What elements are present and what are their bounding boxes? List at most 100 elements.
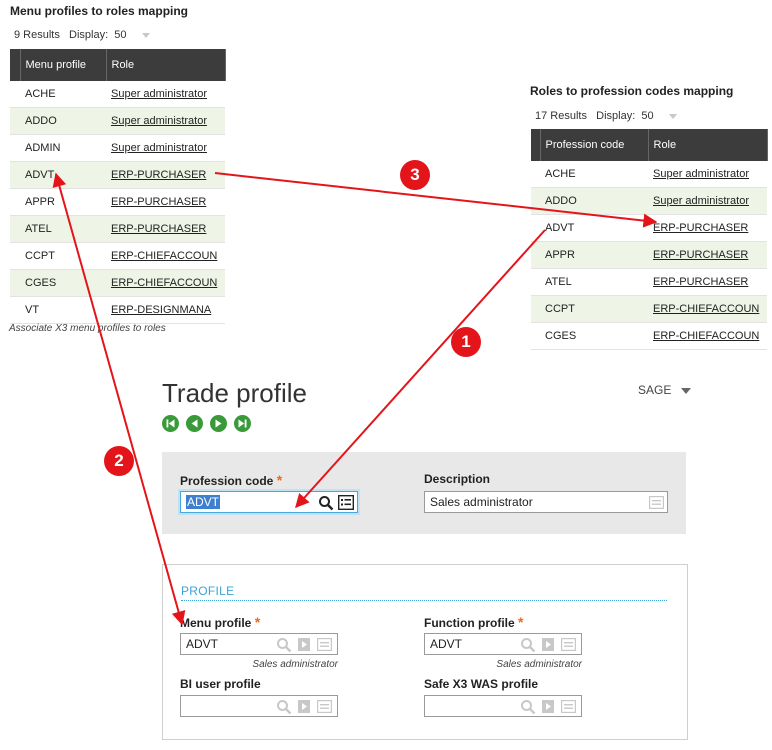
table-row[interactable]: ADDO Super administrator [531,187,767,215]
row-selector[interactable] [10,215,20,243]
list-icon[interactable] [338,495,354,510]
record-navigation [162,415,258,437]
code-cell: APPR [540,241,648,269]
display-value[interactable]: 50 [641,110,653,122]
role-link[interactable]: ERP-CHIEFACCOUN [648,295,767,323]
roles-profession-title: Roles to profession codes mapping [530,84,734,98]
code-cell: ADDO [540,187,648,215]
display-value[interactable]: 50 [114,29,126,41]
table-row[interactable]: ATEL ERP-PURCHASER [10,215,225,243]
description-label: Description [424,472,491,486]
row-selector[interactable] [531,187,540,215]
role-link[interactable]: ERP-PURCHASER [106,188,225,216]
role-link[interactable]: ERP-PURCHASER [106,161,225,189]
table-row[interactable]: CCPT ERP-CHIEFACCOUN [531,295,767,323]
profession-code-label-text: Profession code [180,474,274,488]
bi-user-profile-actions [276,699,336,715]
table-row[interactable]: ADMIN Super administrator [10,134,225,162]
role-link[interactable]: ERP-CHIEFACCOUN [106,269,225,297]
first-icon[interactable] [162,415,179,432]
table-row[interactable]: CCPT ERP-CHIEFACCOUN [10,242,225,270]
row-selector[interactable] [10,296,20,324]
code-cell: ACHE [20,81,106,108]
role-link[interactable]: ERP-PURCHASER [106,215,225,243]
role-link[interactable]: Super administrator [648,161,767,188]
row-selector[interactable] [10,134,20,162]
row-selector-header [10,49,21,81]
table-row[interactable]: APPR ERP-PURCHASER [531,241,767,269]
code-cell: ADVT [20,161,106,189]
role-link[interactable]: ERP-PURCHASER [648,268,767,296]
table-row[interactable]: ADDO Super administrator [10,107,225,135]
chevron-down-icon[interactable] [668,113,677,119]
user-menu[interactable]: SAGE [638,383,691,397]
list-icon [649,496,664,509]
previous-icon[interactable] [186,415,203,432]
table-row[interactable]: APPR ERP-PURCHASER [10,188,225,216]
table-row[interactable]: ACHE Super administrator [531,161,767,188]
row-selector[interactable] [10,242,20,270]
table-row[interactable]: ACHE Super administrator [10,81,225,108]
role-link[interactable]: ERP-PURCHASER [648,241,767,269]
roles-profession-table: Profession code Role ACHE Super administr… [531,129,768,350]
row-selector[interactable] [10,81,20,108]
column-header-role[interactable]: Role [648,129,768,161]
role-link[interactable]: Super administrator [106,134,225,162]
row-selector[interactable] [10,107,20,135]
step-badge-3: 3 [400,160,430,190]
row-selector[interactable] [10,269,20,297]
role-link[interactable]: ERP-DESIGNMANA [106,296,225,324]
code-cell: ATEL [20,215,106,243]
code-cell: CCPT [540,295,648,323]
link-icon [298,700,310,713]
role-link[interactable]: Super administrator [648,187,767,215]
search-icon [277,638,292,653]
row-selector-header [531,129,541,161]
list-icon [317,638,332,651]
column-header-role[interactable]: Role [106,49,226,81]
table-row[interactable]: CGES ERP-CHIEFACCOUN [10,269,225,297]
row-selector[interactable] [531,295,540,323]
search-icon [521,700,536,715]
code-cell: ACHE [540,161,648,188]
role-link[interactable]: ERP-PURCHASER [648,214,767,242]
table-row[interactable]: CGES ERP-CHIEFACCOUN [531,322,767,350]
user-menu-label: SAGE [638,383,672,397]
row-selector[interactable] [10,188,20,216]
row-selector[interactable] [531,214,540,242]
next-icon[interactable] [210,415,227,432]
profession-code-value: ADVT [186,495,221,509]
table-row[interactable]: ADVT ERP-PURCHASER [531,214,767,242]
list-icon [561,700,576,713]
role-link[interactable]: ERP-CHIEFACCOUN [106,242,225,270]
column-header-menu-profile[interactable]: Menu profile [20,49,107,81]
row-selector[interactable] [531,268,540,296]
results-count: 9 Results [14,29,60,41]
function-profile-label: Function profile * [424,614,523,630]
table-row[interactable]: VT ERP-DESIGNMANA [10,296,225,324]
role-link[interactable]: Super administrator [106,107,225,135]
menu-profile-value: ADVT [186,637,219,651]
required-icon: * [276,472,283,488]
role-link[interactable]: ERP-CHIEFACCOUN [648,322,767,350]
link-icon [542,700,554,713]
function-profile-value: ADVT [430,637,463,651]
row-selector[interactable] [531,161,540,188]
code-cell: CGES [540,322,648,350]
role-link[interactable]: Super administrator [106,81,225,108]
row-selector[interactable] [531,241,540,269]
step-badge-2: 2 [104,446,134,476]
column-header-profession-code[interactable]: Profession code [540,129,649,161]
last-icon[interactable] [234,415,251,432]
row-selector[interactable] [531,322,540,350]
table-row[interactable]: ADVT ERP-PURCHASER [10,161,225,189]
safe-x3-was-profile-label: Safe X3 WAS profile [424,677,539,691]
table-row[interactable]: ATEL ERP-PURCHASER [531,268,767,296]
row-selector[interactable] [10,161,20,189]
required-icon: * [254,614,261,630]
chevron-down-icon[interactable] [141,32,150,38]
description-input[interactable]: Sales administrator [424,491,668,513]
search-icon[interactable] [318,495,334,511]
function-profile-actions [520,637,580,653]
menu-profile-label-text: Menu profile [180,616,252,630]
